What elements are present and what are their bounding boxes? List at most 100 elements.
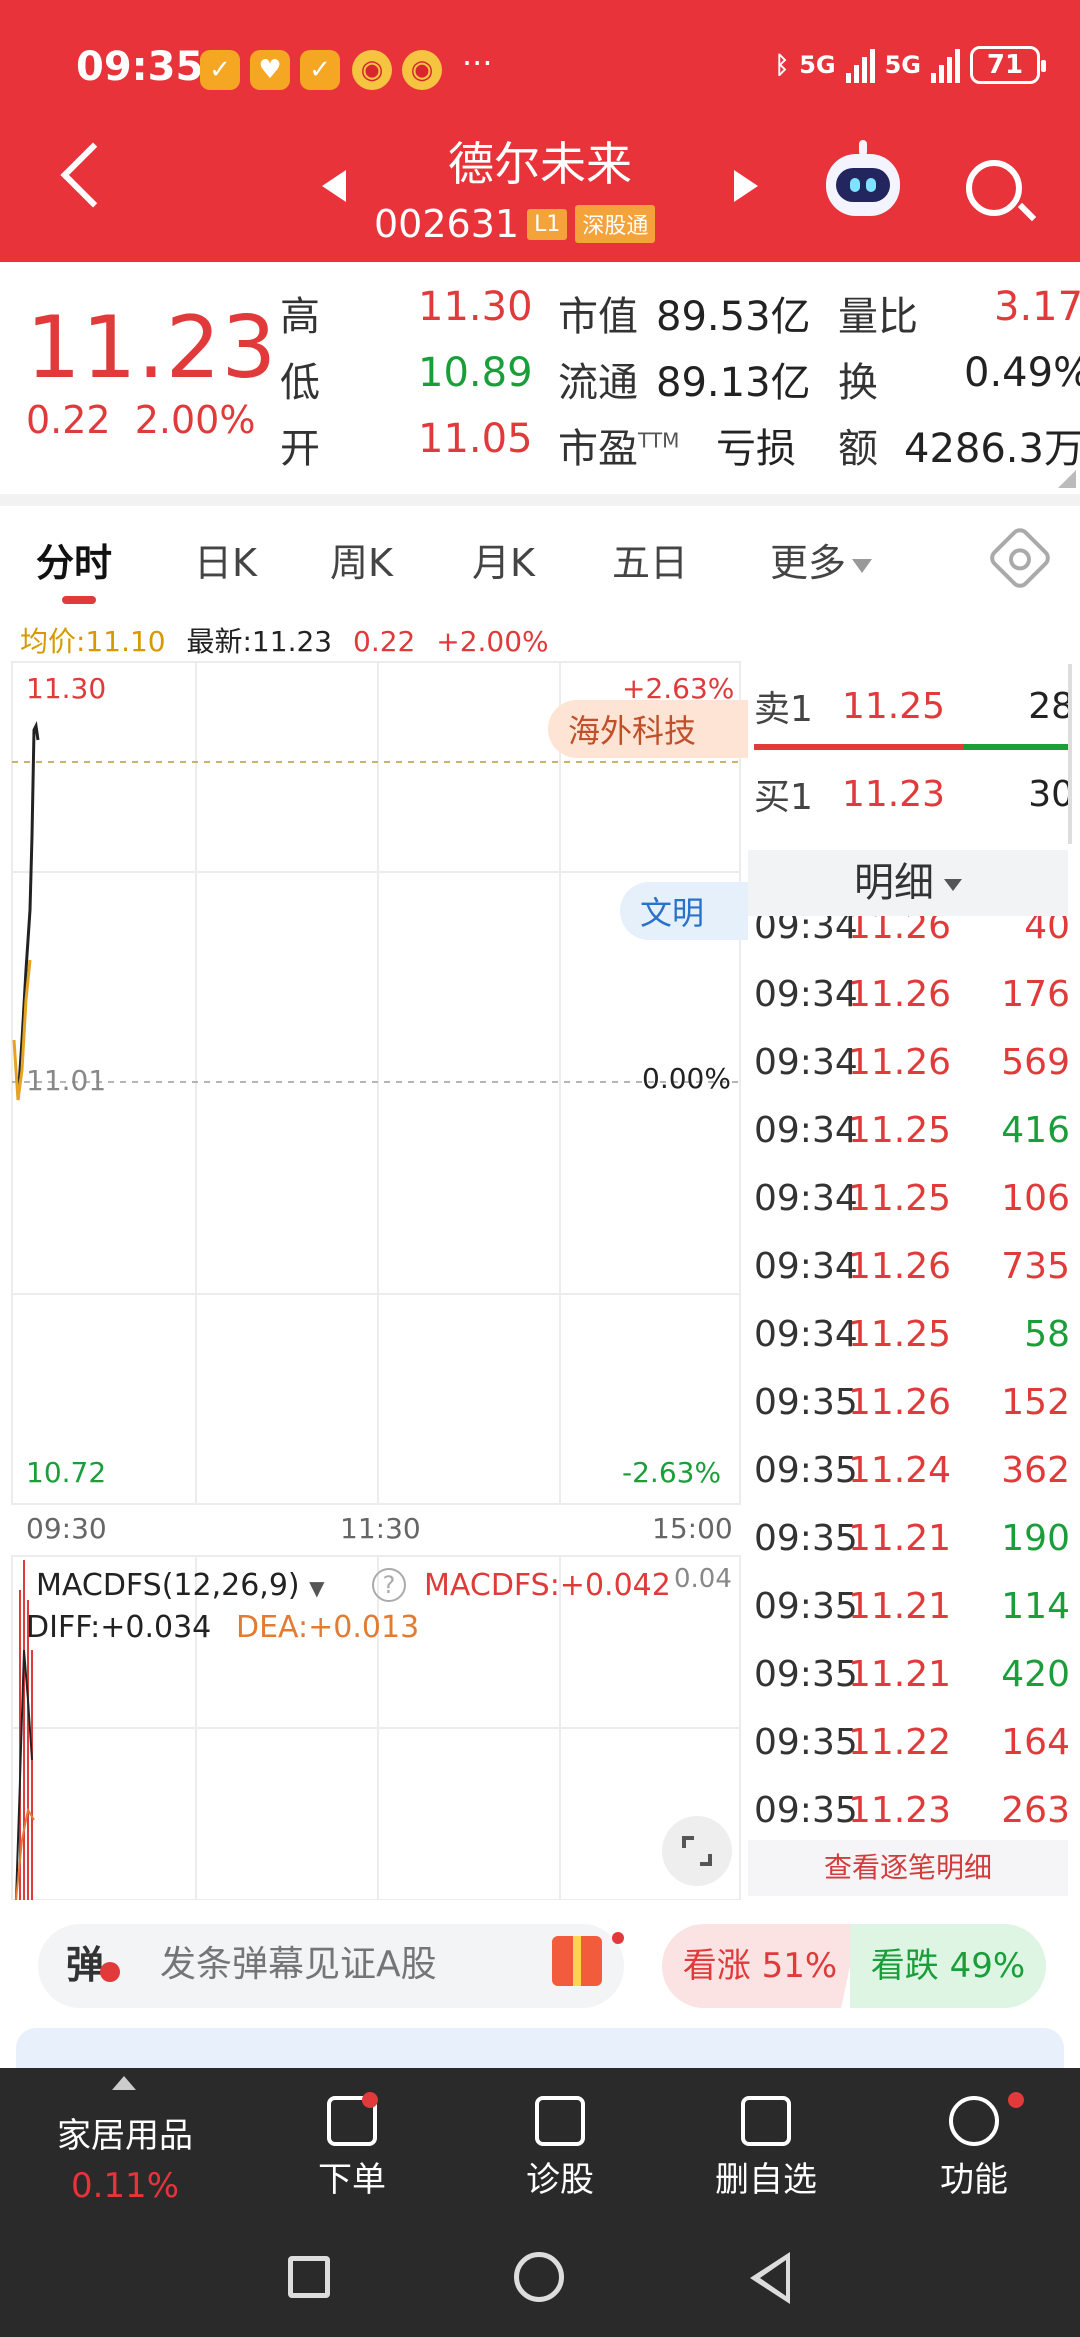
trade-time: 09:34	[754, 1041, 858, 1083]
open-label: 开	[280, 426, 320, 472]
functions-button[interactable]: 功能	[884, 2080, 1064, 2201]
tab-five-day[interactable]: 五日	[612, 532, 688, 587]
robot-eye	[850, 178, 860, 192]
remove-watchlist-icon	[741, 2096, 791, 2146]
macd-selector[interactable]: MACDFS(12,26,9) ▼	[36, 1568, 325, 1603]
app-notification-icon: ✓	[200, 50, 240, 90]
chevron-down-icon: ▼	[309, 1576, 325, 1600]
buy-1-volume: 30	[1028, 773, 1074, 815]
functions-label: 功能	[940, 2160, 1008, 2200]
diagnose-button[interactable]: 诊股	[470, 2080, 650, 2201]
sector-name[interactable]: 家居用品	[40, 2108, 210, 2157]
trade-time: 09:35	[754, 1789, 858, 1831]
vote-bullish-button[interactable]: 看涨 51%	[662, 1924, 858, 2008]
signal-icon	[931, 47, 960, 83]
trade-detail-row: 09:35 11.26 152	[754, 1368, 1070, 1436]
fullscreen-button[interactable]	[662, 1816, 732, 1886]
concept-tag-overseas-tech[interactable]: 海外科技	[548, 700, 748, 758]
trade-price: 11.21	[848, 1517, 952, 1559]
latest-percent: +2.00%	[436, 625, 549, 658]
recent-apps-icon[interactable]	[288, 2256, 330, 2298]
trade-volume: 190	[1001, 1517, 1070, 1559]
amount-value: 4286.3万	[904, 426, 1080, 472]
low-value: 10.89	[418, 350, 533, 396]
volume-ratio-label: 量比	[838, 294, 918, 340]
x-axis-label: 11:30	[340, 1512, 421, 1545]
trade-price: 11.22	[848, 1721, 952, 1763]
search-icon[interactable]	[966, 160, 1022, 216]
x-axis-label: 15:00	[652, 1512, 733, 1545]
danmu-input[interactable]	[160, 1944, 540, 1985]
trade-volume: 58	[1024, 1313, 1070, 1355]
system-icons: ᛒ 5G 5G 71	[775, 46, 1046, 84]
back-icon[interactable]	[750, 2252, 790, 2304]
trade-volume: 362	[1001, 1449, 1070, 1491]
market-cap-value: 89.53亿	[656, 294, 811, 340]
y-axis-bottom-price: 10.72	[26, 1456, 107, 1489]
trade-volume: 114	[1001, 1585, 1070, 1627]
current-price: 11.23	[26, 298, 278, 398]
tab-intraday[interactable]: 分时	[36, 532, 112, 587]
next-stock-icon[interactable]	[734, 170, 758, 202]
gift-icon[interactable]	[552, 1936, 602, 1986]
chevron-down-icon	[852, 558, 873, 573]
tab-weekly-k[interactable]: 周K	[330, 532, 393, 587]
trade-detail-list[interactable]: 09:34 11.26 40 09:34 11.26 176 09:34 11.26 569 09…	[748, 916, 1080, 1880]
trade-detail-row: 09:34 11.25 416	[754, 1096, 1070, 1164]
trade-price: 11.24	[848, 1449, 952, 1491]
stock-code-row: 002631 L1 深股通	[374, 202, 656, 246]
sell-1-row[interactable]: 卖1 11.25 28	[754, 680, 1074, 732]
tab-monthly-k[interactable]: 月K	[472, 532, 535, 587]
chart-tabs: 分时 日K 周K 月K 五日 更多	[0, 506, 1080, 606]
buy-1-row[interactable]: 买1 11.23 30	[754, 768, 1074, 820]
trade-time: 09:35	[754, 1517, 858, 1559]
expand-corner-icon[interactable]	[1058, 470, 1076, 488]
active-tab-indicator	[62, 596, 96, 604]
weibo-icon: ◉	[402, 50, 442, 90]
status-bar: 09:35 ✓ ♥ ✓ ◉ ◉ ··· ᛒ 5G 5G 71	[0, 0, 1080, 135]
detail-dropdown[interactable]: 明细	[748, 850, 1068, 916]
help-icon[interactable]: ?	[372, 1568, 406, 1602]
intraday-chart-svg	[11, 661, 741, 1901]
order-button[interactable]: 下单	[262, 2080, 442, 2201]
float-cap-value: 89.13亿	[656, 360, 811, 406]
check-icon	[100, 1962, 120, 1982]
trade-time: 09:35	[754, 1653, 858, 1695]
diff-value: DIFF:+0.034	[26, 1610, 212, 1645]
average-price: 均价:11.10	[20, 625, 166, 658]
vote-bearish-button[interactable]: 看跌 49%	[850, 1924, 1046, 2008]
back-arrow-icon[interactable]	[60, 142, 126, 208]
previous-stock-icon[interactable]	[322, 170, 346, 202]
home-icon[interactable]	[514, 2252, 564, 2302]
view-tick-detail-button[interactable]: 查看逐笔明细	[748, 1840, 1068, 1896]
trade-detail-row: 09:34 11.26 40	[754, 916, 1070, 960]
order-book-scrollbar[interactable]	[1068, 664, 1072, 844]
trade-price: 11.21	[848, 1585, 952, 1627]
trade-price: 11.26	[848, 973, 952, 1015]
pe-ttm: TTM	[638, 428, 680, 453]
ai-assistant-icon[interactable]	[826, 140, 900, 216]
tab-daily-k[interactable]: 日K	[194, 532, 257, 587]
intraday-chart[interactable]: 11.30 +2.63% 11.01 0.00% 10.72 -2.63% 09…	[0, 660, 748, 1901]
trade-price: 11.26	[848, 1041, 952, 1083]
tab-more[interactable]: 更多	[770, 532, 873, 587]
menu-icon	[949, 2096, 999, 2146]
macd-name: MACDFS(12,26,9)	[36, 1568, 300, 1603]
chevron-up-icon[interactable]	[112, 2076, 136, 2090]
dea-value: DEA:+0.013	[236, 1610, 420, 1645]
trade-price: 11.25	[848, 1313, 952, 1355]
trade-time: 09:34	[754, 973, 858, 1015]
trade-volume: 569	[1001, 1041, 1070, 1083]
trade-time: 09:34	[754, 1245, 858, 1287]
trade-detail-row: 09:34 11.26 569	[754, 1028, 1070, 1096]
trade-volume: 420	[1001, 1653, 1070, 1695]
remove-watchlist-button[interactable]: 删自选	[676, 2080, 856, 2201]
turnover-label: 换	[838, 360, 878, 406]
concept-tag-civilization[interactable]: 文明	[620, 882, 748, 940]
chart-info-line: 均价:11.10 最新:11.23 0.22 +2.00%	[20, 620, 561, 660]
danmu-toggle[interactable]: 弹	[66, 1934, 104, 1989]
trade-price: 11.25	[848, 1109, 952, 1151]
turnover-value: 0.49%	[964, 350, 1080, 396]
stock-code: 002631	[374, 202, 520, 246]
trade-volume: 152	[1001, 1381, 1070, 1423]
